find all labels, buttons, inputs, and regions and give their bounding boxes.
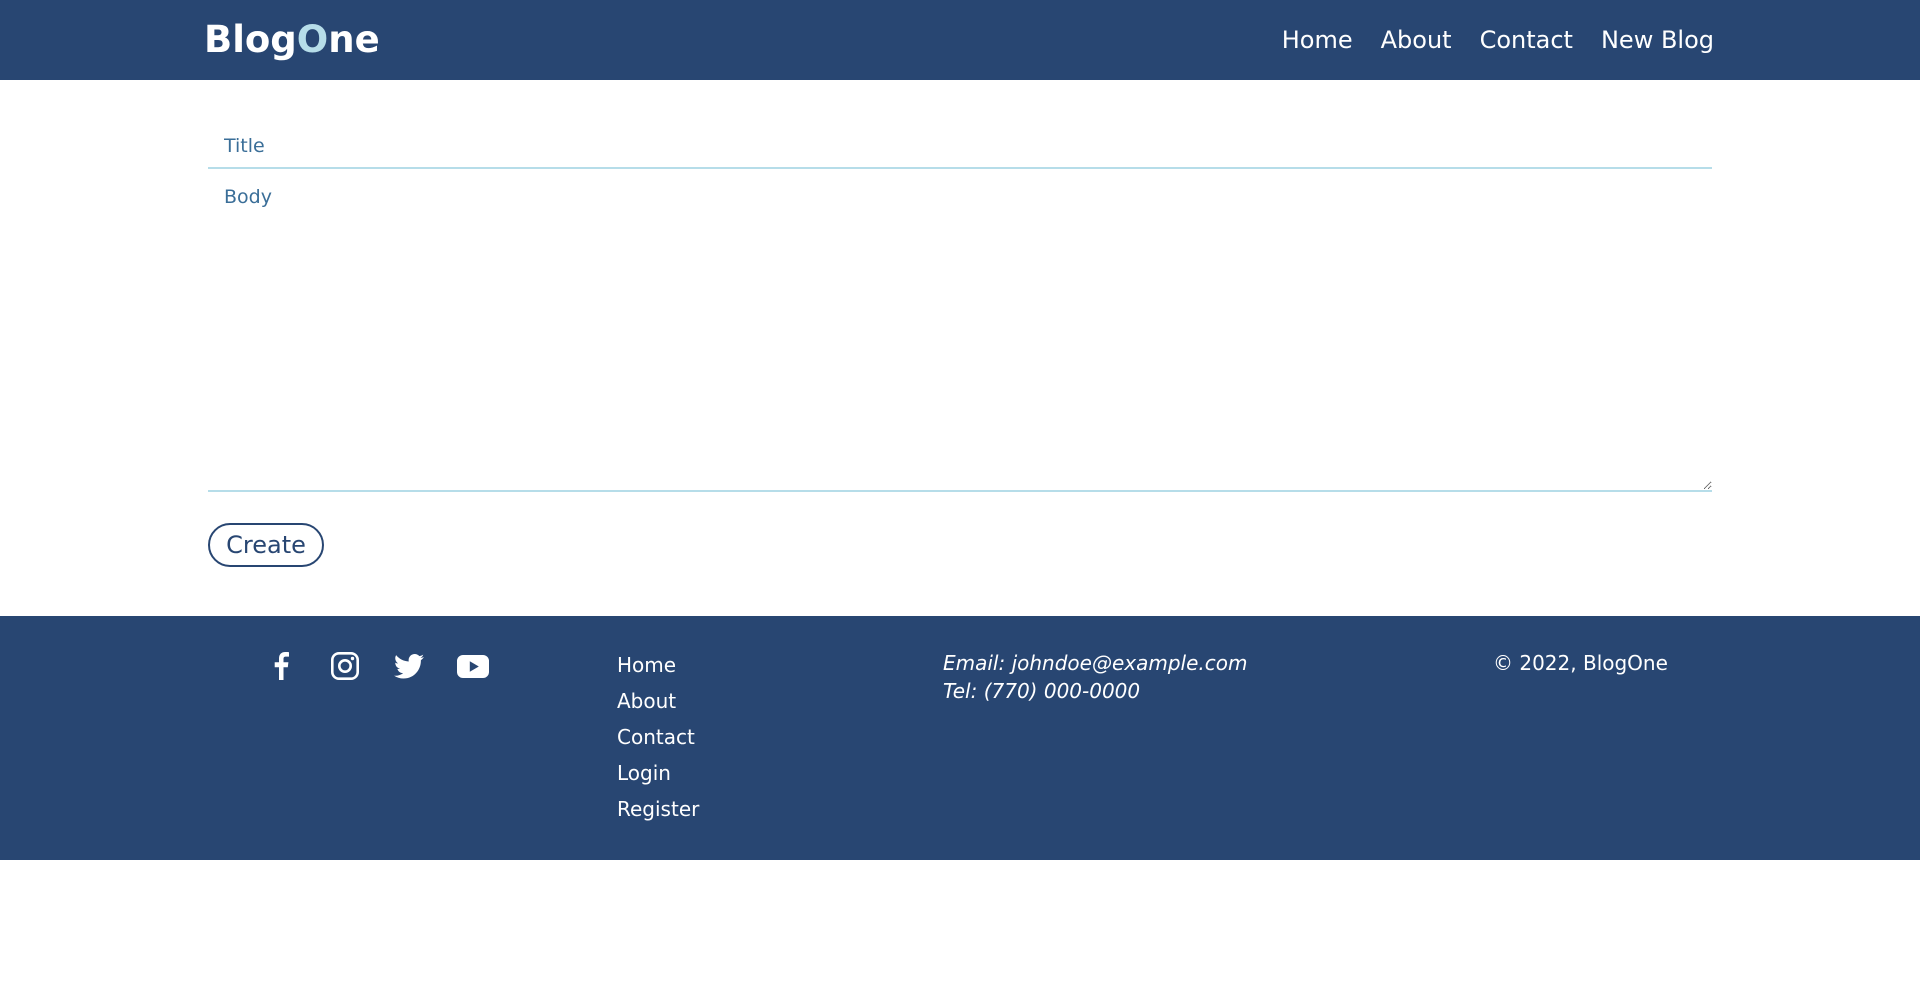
footer-link-about[interactable]: About [617,689,676,713]
nav-link-new-blog[interactable]: New Blog [1601,24,1714,56]
youtube-icon[interactable] [456,649,490,683]
twitter-icon[interactable] [392,649,426,683]
copyright-text: © 2022, BlogOne [1493,651,1668,675]
footer-link-home[interactable]: Home [617,653,676,677]
footer-nav-item: Login [617,760,699,796]
site-header: BlogOne Home About Contact New Blog [0,0,1920,80]
footer-link-register[interactable]: Register [617,797,699,821]
site-logo[interactable]: BlogOne [204,18,380,62]
site-footer: Home About Contact Login Register Email:… [0,616,1920,860]
create-button[interactable]: Create [208,523,324,567]
nav-link-home[interactable]: Home [1282,24,1353,56]
footer-nav-item: Home [617,652,699,688]
nav-link-contact[interactable]: Contact [1480,24,1573,56]
logo-text-accent: O [296,18,329,61]
contact-email: Email: johndoe@example.com [943,651,1248,675]
contact-info: Email: johndoe@example.com Tel: (770) 00… [943,649,1247,705]
title-input[interactable] [208,124,1712,169]
instagram-icon[interactable] [328,649,362,683]
logo-text-part2: ne [328,18,380,61]
footer-nav: Home About Contact Login Register [617,652,699,832]
footer-link-login[interactable]: Login [617,761,671,785]
footer-nav-item: Register [617,796,699,832]
main-nav: Home About Contact New Blog [1282,24,1714,56]
footer-nav-item: Contact [617,724,699,760]
facebook-icon[interactable] [264,649,298,683]
logo-text-part1: Blog [204,18,297,61]
body-textarea[interactable] [208,172,1712,492]
contact-phone: Tel: (770) 000-0000 [943,679,1141,703]
footer-nav-item: About [617,688,699,724]
social-links [264,649,490,683]
nav-link-about[interactable]: About [1381,24,1452,56]
footer-link-contact[interactable]: Contact [617,725,695,749]
